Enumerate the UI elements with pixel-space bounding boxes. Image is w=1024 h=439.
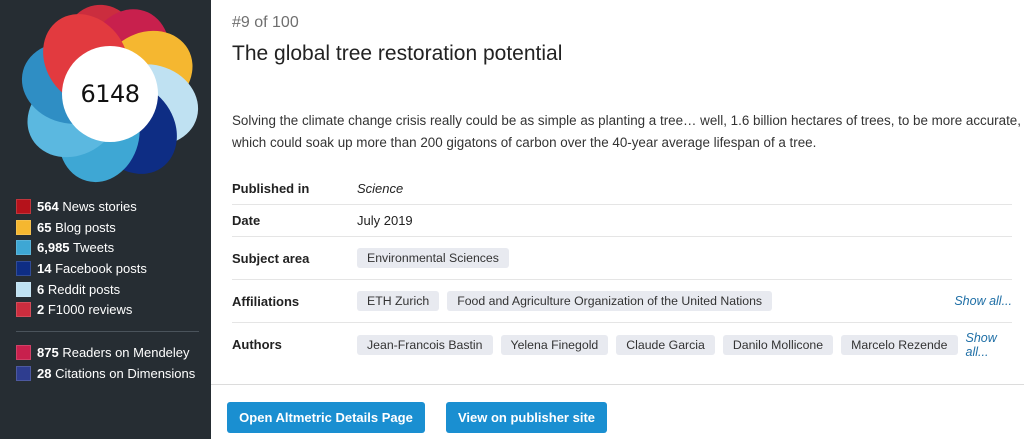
legend-item-blogs[interactable]: 65 Blog posts: [16, 217, 206, 238]
f1000-swatch: [16, 302, 31, 318]
legend-item-news[interactable]: 564 News stories: [16, 196, 206, 217]
subject-chip[interactable]: Environmental Sciences: [357, 248, 509, 268]
footer-divider: [211, 384, 1024, 385]
legend-label: Reddit posts: [47, 281, 121, 297]
legend-item-f1000[interactable]: 2 F1000 reviews: [16, 299, 206, 320]
reddit-swatch: [16, 281, 31, 297]
rank-label: #9 of 100: [232, 14, 299, 31]
article-metadata: Published in Science Date July 2019 Subj…: [232, 172, 1012, 366]
author-chip[interactable]: Marcelo Rezende: [841, 334, 958, 355]
meta-label: Affiliations: [232, 293, 300, 309]
meta-row-published: Published in Science: [232, 172, 1012, 205]
article-summary: Solving the climate change crisis really…: [232, 113, 1021, 150]
publication-date: July 2019: [357, 213, 413, 228]
dimensions-swatch: [16, 365, 31, 381]
meta-label: Authors: [232, 337, 282, 352]
legend-item-mendeley[interactable]: 875 Readers on Mendeley: [16, 342, 206, 363]
meta-label: Published in: [232, 180, 310, 196]
legend-label: News stories: [62, 198, 137, 214]
author-chip[interactable]: Yelena Finegold: [500, 334, 609, 355]
meta-label: Date: [232, 213, 261, 228]
legend-count: 14: [37, 260, 52, 276]
article-title: The global tree restoration potential: [232, 42, 563, 65]
show-all-authors-link[interactable]: Show all...: [966, 331, 1013, 359]
news-swatch: [16, 198, 31, 214]
legend-item-dimensions[interactable]: 28 Citations on Dimensions: [16, 363, 206, 384]
legend-count: 875: [37, 344, 59, 360]
affiliation-chip[interactable]: Food and Agriculture Organization of the…: [447, 291, 773, 311]
view-publisher-button[interactable]: View on publisher site: [446, 402, 607, 433]
open-details-button[interactable]: Open Altmetric Details Page: [227, 402, 425, 433]
journal-name: Science: [357, 180, 404, 196]
meta-row-date: Date July 2019: [232, 205, 1012, 237]
legend-count: 28: [37, 365, 52, 381]
legend-label: Tweets: [72, 240, 115, 256]
legend-item-reddit[interactable]: 6 Reddit posts: [16, 279, 206, 300]
legend-label: Blog posts: [55, 219, 116, 235]
score-badge[interactable]: 6148: [62, 46, 158, 142]
legend-item-facebook[interactable]: 14 Facebook posts: [16, 258, 206, 279]
article-panel: #9 of 100 The global tree restoration po…: [211, 0, 1024, 439]
legend-count: 564: [37, 198, 59, 214]
blogs-swatch: [16, 219, 31, 235]
affiliation-chip[interactable]: ETH Zurich: [357, 291, 440, 311]
legend-count: 2: [37, 302, 45, 318]
legend-divider: [16, 331, 199, 332]
meta-row-authors: Authors Jean-Francois Bastin Yelena Fine…: [232, 323, 1012, 366]
mendeley-swatch: [16, 344, 31, 360]
affiliation-chips: ETH Zurich Food and Agriculture Organiza…: [357, 291, 1012, 311]
legend-item-tweets[interactable]: 6,985 Tweets: [16, 237, 206, 258]
legend-label: Readers on Mendeley: [62, 344, 190, 360]
author-chip[interactable]: Claude Garcia: [616, 334, 715, 355]
author-chip[interactable]: Danilo Mollicone: [722, 334, 834, 355]
legend-label: Facebook posts: [55, 260, 147, 276]
legend-count: 6: [37, 281, 45, 297]
meta-label: Subject area: [232, 250, 310, 266]
legend-label: Citations on Dimensions: [55, 365, 196, 381]
sidebar: 6148 564 News stories 65 Blog posts 6,98…: [0, 0, 211, 439]
facebook-swatch: [16, 260, 31, 276]
author-chip[interactable]: Jean-Francois Bastin: [357, 334, 493, 355]
show-all-affiliations-link[interactable]: Show all...: [954, 294, 1012, 308]
author-chips: Jean-Francois Bastin Yelena Finegold Cla…: [357, 331, 1012, 359]
legend-count: 65: [37, 219, 52, 235]
sources-legend: 564 News stories 65 Blog posts 6,985 Twe…: [16, 196, 206, 320]
meta-row-affiliations: Affiliations ETH Zurich Food and Agricul…: [232, 280, 1012, 323]
readers-legend: 875 Readers on Mendeley 28 Citations on …: [16, 342, 206, 383]
tweets-swatch: [16, 240, 31, 256]
meta-row-subject: Subject area Environmental Sciences: [232, 237, 1012, 280]
attention-score: 6148: [80, 80, 140, 108]
legend-label: F1000 reviews: [47, 302, 133, 318]
subject-chips: Environmental Sciences: [357, 248, 1012, 268]
legend-count: 6,985: [37, 240, 70, 256]
